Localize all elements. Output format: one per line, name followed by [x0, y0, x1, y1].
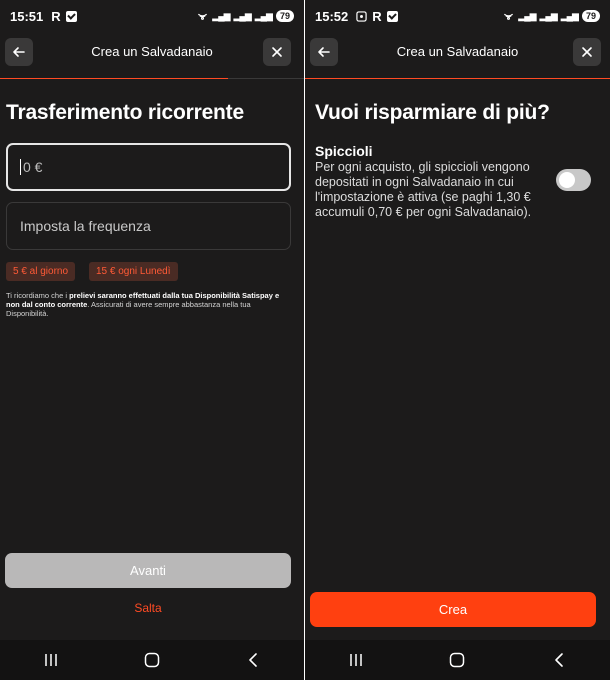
status-time: 15:52 [315, 8, 349, 24]
signal-icon: ▂▄▆ [212, 10, 230, 21]
signal-5g-icon: ▂▄▆ [233, 10, 252, 21]
system-back-button[interactable] [539, 645, 579, 675]
signal-2-icon: ▂▄▆ [254, 10, 273, 21]
header-title: Crea un Salvadanaio [396, 44, 519, 59]
option-description: Per ogni acquisto, gli spiccioli vengono… [315, 160, 532, 219]
page-title: Vuoi risparmiare di più? [315, 101, 550, 124]
option-title: Spiccioli [315, 143, 373, 159]
signal-5g-icon: ▂▄▆ [539, 10, 558, 21]
signal-icon: ▂▄▆ [518, 10, 536, 21]
progress-fill [305, 78, 610, 79]
top-header: Crea un Salvadanaio [305, 38, 610, 66]
note-text-start: Ti ricordiamo che i [6, 291, 70, 300]
frequency-placeholder: Imposta la frequenza [20, 218, 151, 234]
suggestion-chip-monday[interactable]: 15 € ogni Lunedì [89, 262, 178, 281]
notification-check-icon [386, 10, 398, 22]
top-header: Crea un Salvadanaio [0, 38, 304, 66]
system-nav-bar [305, 640, 610, 680]
system-nav-bar [0, 640, 304, 680]
info-note: Ti ricordiamo che i prelievi saranno eff… [6, 291, 291, 318]
system-back-button[interactable] [233, 645, 273, 675]
home-icon [144, 652, 160, 668]
status-indicators: ▂▄▆ ▂▄▆ ▂▄▆ 79 [197, 10, 294, 22]
progress-fill [0, 78, 228, 79]
status-carrier: R [372, 8, 382, 24]
status-bar: 15:51 R ▂▄▆ ▂▄▆ ▂▄▆ 79 [0, 0, 304, 32]
recent-apps-button[interactable] [31, 645, 71, 675]
status-time: 15:51 [10, 8, 44, 24]
amount-value: 0 € [23, 159, 43, 175]
hotspot-icon [198, 13, 208, 20]
next-button[interactable]: Avanti [5, 553, 291, 588]
hotspot-icon [504, 13, 514, 20]
signal-2-icon: ▂▄▆ [560, 10, 579, 21]
left-phone-screen: 15:51 R ▂▄▆ ▂▄▆ ▂▄▆ 79 Crea un Salvadana… [0, 0, 304, 680]
spiccioli-toggle[interactable] [556, 169, 591, 191]
right-phone-screen: 15:52 R ▂▄▆ ▂▄▆ ▂▄▆ 79 Crea un Salvadana… [305, 0, 610, 680]
chevron-left-icon [555, 653, 563, 667]
create-button[interactable]: Crea [310, 592, 596, 627]
screenshot-stage: 15:51 R ▂▄▆ ▂▄▆ ▂▄▆ 79 Crea un Salvadana… [0, 0, 610, 680]
recent-apps-button[interactable] [336, 645, 376, 675]
page-title: Trasferimento ricorrente [6, 101, 244, 124]
amount-input[interactable]: 0 € [6, 143, 291, 191]
close-button[interactable] [263, 38, 291, 66]
chevron-left-icon [249, 653, 258, 667]
status-bar: 15:52 R ▂▄▆ ▂▄▆ ▂▄▆ 79 [305, 0, 610, 32]
status-indicators: ▂▄▆ ▂▄▆ ▂▄▆ 79 [503, 10, 600, 22]
home-icon [450, 652, 465, 668]
status-carrier: R [51, 8, 61, 24]
progress-bar [0, 78, 304, 79]
skip-link[interactable]: Salta [5, 601, 291, 615]
close-button[interactable] [573, 38, 601, 66]
recent-apps-icon [350, 654, 362, 666]
home-button[interactable] [437, 645, 477, 675]
suggestion-chip-daily[interactable]: 5 € al giorno [6, 262, 76, 281]
header-title: Crea un Salvadanaio [91, 44, 213, 59]
battery-badge: 79 [581, 10, 600, 22]
frequency-field[interactable]: Imposta la frequenza [6, 202, 291, 250]
progress-bar [305, 78, 610, 79]
close-icon [272, 47, 282, 57]
screenshot-icon [356, 10, 367, 22]
close-icon [582, 47, 592, 57]
toggle-knob [559, 172, 575, 188]
battery-badge: 79 [275, 10, 294, 22]
text-cursor [20, 159, 21, 175]
home-button[interactable] [132, 645, 172, 675]
notification-check-icon [65, 10, 77, 22]
recent-apps-icon [44, 654, 57, 666]
